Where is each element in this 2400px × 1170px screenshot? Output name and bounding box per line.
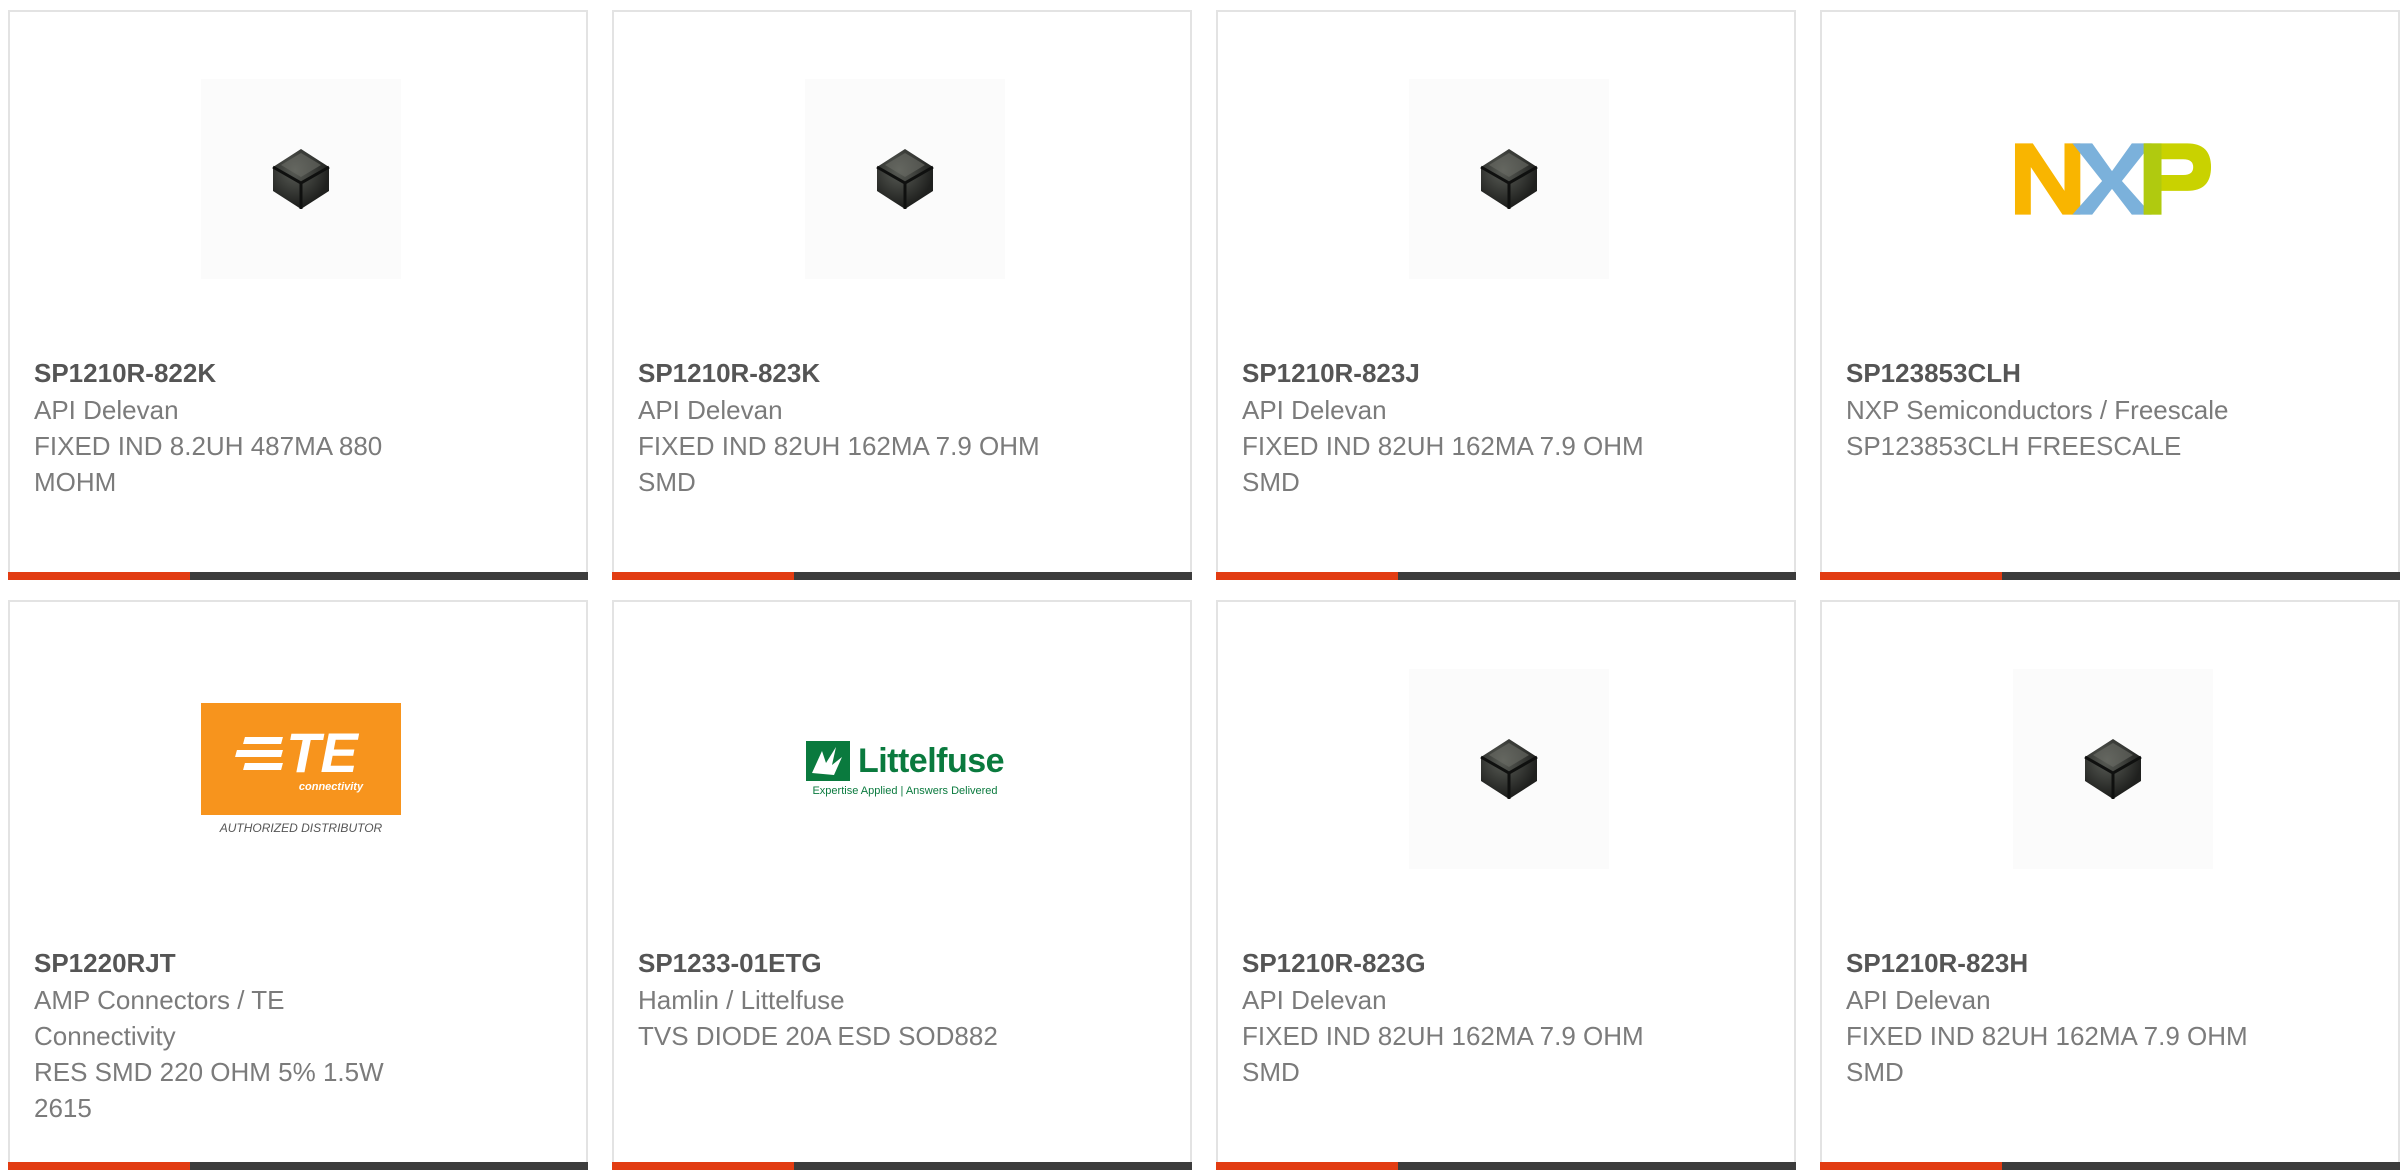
te-mark-text: TE	[286, 721, 358, 784]
product-grid: SP1210R-822K API Delevan FIXED IND 8.2UH…	[0, 0, 2400, 1170]
te-sub-text: connectivity	[298, 781, 364, 793]
product-card[interactable]: SP1210R-823J API Delevan FIXED IND 82UH …	[1216, 10, 1796, 580]
product-card[interactable]: TE connectivity AUTHORIZED DISTRIBUTOR S…	[8, 600, 588, 1170]
manufacturer-name: API Delevan	[1242, 985, 1387, 1015]
nxp-logo	[2014, 143, 2212, 215]
product-description: FIXED IND 8.2UH 487MA 880 MOHM	[34, 431, 383, 497]
part-number-link[interactable]: SP1220RJT	[34, 945, 554, 981]
product-description: SP123853CLH FREESCALE	[1846, 431, 2182, 461]
product-description: RES SMD 220 OHM 5% 1.5W 2615	[34, 1057, 384, 1123]
product-image[interactable]	[1409, 669, 1609, 869]
card-bottom-bar	[1820, 1162, 2400, 1170]
card-bottom-bar	[8, 572, 588, 580]
part-number-link[interactable]: SP1233-01ETG	[638, 945, 1158, 981]
manufacturer-name: Hamlin / Littelfuse	[638, 985, 845, 1015]
product-description: TVS DIODE 20A ESD SOD882	[638, 1021, 998, 1051]
product-card[interactable]: SP1210R-823K API Delevan FIXED IND 82UH …	[612, 10, 1192, 580]
product-description: FIXED IND 82UH 162MA 7.9 OHM SMD	[1242, 431, 1644, 497]
product-description: FIXED IND 82UH 162MA 7.9 OHM SMD	[1242, 1021, 1644, 1087]
card-accent-bar	[612, 572, 794, 580]
product-card[interactable]: SP123853CLH NXP Semiconductors / Freesca…	[1820, 10, 2400, 580]
inductor-component-icon	[2084, 739, 2142, 799]
product-card[interactable]: SP1210R-822K API Delevan FIXED IND 8.2UH…	[8, 10, 588, 580]
card-accent-bar	[8, 572, 190, 580]
manufacturer-name: AMP Connectors / TE Connectivity	[34, 985, 285, 1051]
product-description: FIXED IND 82UH 162MA 7.9 OHM SMD	[1846, 1021, 2248, 1087]
manufacturer-name: NXP Semiconductors / Freescale	[1846, 395, 2229, 425]
manufacturer-name: API Delevan	[1242, 395, 1387, 425]
product-image[interactable]	[805, 79, 1005, 279]
product-card[interactable]: Littelfuse Expertise Applied | Answers D…	[612, 600, 1192, 1170]
card-accent-bar	[1216, 572, 1398, 580]
manufacturer-name: API Delevan	[638, 395, 783, 425]
product-image[interactable]: Littelfuse Expertise Applied | Answers D…	[805, 669, 1005, 869]
manufacturer-name: API Delevan	[1846, 985, 1991, 1015]
part-number-link[interactable]: SP1210R-822K	[34, 355, 554, 391]
te-connectivity-logo: TE connectivity AUTHORIZED DISTRIBUTOR	[201, 703, 401, 835]
littelfuse-logo: Littelfuse Expertise Applied | Answers D…	[805, 741, 1005, 797]
card-bottom-bar	[1216, 572, 1796, 580]
manufacturer-name: API Delevan	[34, 395, 179, 425]
product-card[interactable]: SP1210R-823G API Delevan FIXED IND 82UH …	[1216, 600, 1796, 1170]
product-image[interactable]: TE connectivity AUTHORIZED DISTRIBUTOR	[201, 669, 401, 869]
card-accent-bar	[1820, 1162, 2002, 1170]
part-number-link[interactable]: SP1210R-823J	[1242, 355, 1762, 391]
inductor-component-icon	[272, 149, 330, 209]
product-description: FIXED IND 82UH 162MA 7.9 OHM SMD	[638, 431, 1040, 497]
littelfuse-mark-icon	[805, 741, 850, 781]
product-card[interactable]: SP1210R-823H API Delevan FIXED IND 82UH …	[1820, 600, 2400, 1170]
part-number-link[interactable]: SP1210R-823G	[1242, 945, 1762, 981]
product-image[interactable]	[2013, 79, 2213, 279]
card-bottom-bar	[1216, 1162, 1796, 1170]
littelfuse-name-text: Littelfuse	[857, 741, 1005, 780]
inductor-component-icon	[1480, 739, 1538, 799]
inductor-component-icon	[1480, 149, 1538, 209]
card-accent-bar	[8, 1162, 190, 1170]
card-bottom-bar	[612, 1162, 1192, 1170]
product-image[interactable]	[1409, 79, 1609, 279]
littelfuse-tagline-text: Expertise Applied | Answers Delivered	[812, 785, 998, 797]
part-number-link[interactable]: SP1210R-823K	[638, 355, 1158, 391]
product-image[interactable]	[201, 79, 401, 279]
card-accent-bar	[1820, 572, 2002, 580]
card-bottom-bar	[8, 1162, 588, 1170]
card-bottom-bar	[612, 572, 1192, 580]
product-image[interactable]	[2013, 669, 2213, 869]
part-number-link[interactable]: SP123853CLH	[1846, 355, 2366, 391]
card-accent-bar	[612, 1162, 794, 1170]
part-number-link[interactable]: SP1210R-823H	[1846, 945, 2366, 981]
inductor-component-icon	[876, 149, 934, 209]
card-accent-bar	[1216, 1162, 1398, 1170]
card-bottom-bar	[1820, 572, 2400, 580]
te-caption-text: AUTHORIZED DISTRIBUTOR	[219, 821, 383, 835]
